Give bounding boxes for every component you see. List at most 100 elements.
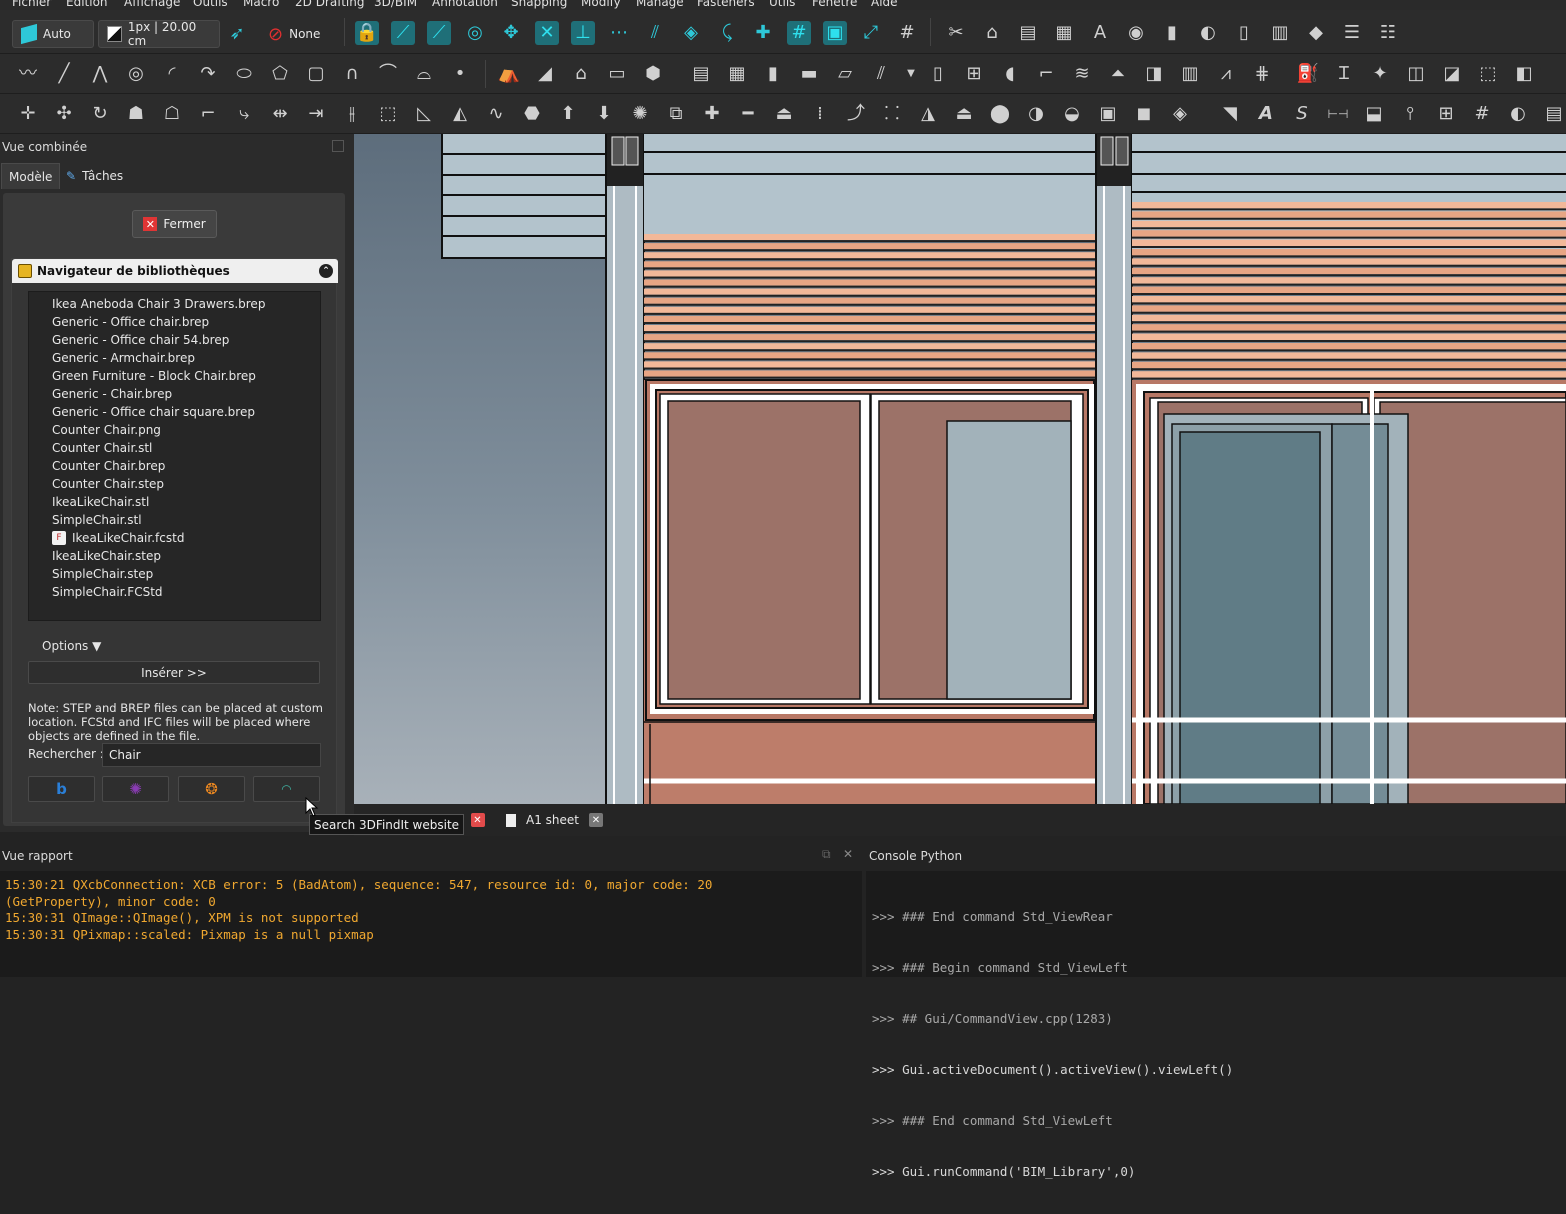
close-report-icon[interactable]: ✕ [843, 847, 853, 861]
menu-item[interactable]: Fasteners [697, 0, 755, 9]
dimension-icon[interactable]: ⊢⊣ [1326, 102, 1350, 126]
tools-icon[interactable]: ✂ [944, 21, 968, 45]
array-icon[interactable]: ✺ [628, 102, 652, 126]
label-icon[interactable]: ⬓ [1362, 102, 1386, 126]
library-file-item[interactable]: SimpleChair.step [52, 565, 153, 583]
library-file-item[interactable]: IkeaLikeChair.stl [52, 493, 149, 511]
wire-icon[interactable]: ⋀ [88, 62, 112, 86]
shape-string-icon[interactable]: ◥ [1218, 102, 1242, 126]
arc3pt-icon[interactable]: ↷ [196, 62, 220, 86]
bim-view-icon[interactable]: ⌂ [980, 21, 1004, 45]
float-panel-icon[interactable] [332, 140, 344, 152]
bim-shape2dview-icon[interactable]: ▤ [1016, 21, 1040, 45]
bim-schedule-icon[interactable]: ▮ [1160, 21, 1184, 45]
snap-parallel-icon[interactable]: ⫽ [643, 21, 667, 45]
library-file-item[interactable]: Green Furniture - Block Chair.brep [52, 367, 256, 385]
snap-intersection-icon[interactable]: ✕ [535, 21, 559, 45]
shapestring-icon[interactable]: S [1290, 102, 1314, 126]
bim-pipeconn-icon[interactable]: ⌐ [1034, 62, 1058, 86]
bim-cube-icon[interactable]: ◧ [1512, 62, 1536, 86]
library-file-item[interactable]: Generic - Armchair.brep [52, 349, 195, 367]
bim-frame-icon[interactable]: ▥ [1178, 62, 1202, 86]
menu-item[interactable]: Utils [769, 0, 795, 9]
bspline-icon[interactable]: ∩ [340, 62, 364, 86]
close-button[interactable]: ✕ Fermer [132, 210, 217, 238]
snap-extension-icon[interactable]: ⋯ [607, 21, 631, 45]
menu-item[interactable]: Outils [193, 0, 228, 9]
library-file-item[interactable]: Counter Chair.png [52, 421, 161, 439]
boolean-cut-icon[interactable]: ◑ [1024, 102, 1048, 126]
file-list[interactable]: Ikea Aneboda Chair 3 Drawers.brep Generic… [28, 291, 321, 621]
rectangle-icon[interactable]: ▢ [304, 62, 328, 86]
bim-profile-icon[interactable]: ⫽ [869, 62, 893, 86]
doc-tab-sheet[interactable]: A1 sheet ✕ [506, 808, 603, 832]
menu-item[interactable]: Aide [871, 0, 898, 9]
grid-bim-icon[interactable]: # [1470, 102, 1494, 126]
bim-door-icon[interactable]: ▯ [926, 62, 950, 86]
collapse-icon[interactable]: ⌃ [319, 264, 333, 278]
push-icon[interactable]: ⏏ [952, 102, 976, 126]
bim-wall-icon[interactable]: ▤ [689, 62, 713, 86]
bim-layers-icon[interactable]: ▯ [1232, 21, 1256, 45]
python-console-output[interactable]: >>> ### End command Std_ViewRear >>> ###… [866, 871, 1566, 1179]
pathlink-icon[interactable]: ⧉ [664, 102, 688, 126]
clone-icon[interactable]: ☗ [124, 102, 148, 126]
menu-item[interactable]: Fenêtre [812, 0, 857, 9]
box-select-icon[interactable]: ▣ [1096, 102, 1120, 126]
bim-slab-icon[interactable]: ◢ [533, 62, 557, 86]
menu-item[interactable]: 2D Drafting [295, 0, 365, 9]
scale-icon[interactable]: ⬚ [376, 102, 400, 126]
bim-pipe-icon[interactable]: ◖ [998, 62, 1022, 86]
grid-toggle-icon[interactable]: # [895, 21, 919, 45]
bim-fence-icon[interactable]: ⋕ [1250, 62, 1274, 86]
search-nbs-button[interactable]: ✺ [102, 776, 169, 802]
snap-endpoint-icon[interactable]: ⟋ [391, 21, 415, 45]
snap-workingplane-icon[interactable]: ▣ [823, 21, 847, 45]
snap-grid-icon[interactable]: # [787, 21, 811, 45]
offset-icon[interactable]: ☖ [160, 102, 184, 126]
close-tab-icon[interactable]: ✕ [470, 813, 485, 827]
bim-section-icon[interactable]: ▦ [1052, 21, 1076, 45]
menu-item[interactable]: Affichage [124, 0, 180, 9]
upgrade-icon[interactable]: ◭ [448, 102, 472, 126]
library-file-item[interactable]: Counter Chair.brep [52, 457, 165, 475]
cubic-bezier-icon[interactable]: ⌓ [412, 62, 436, 86]
library-file-item[interactable]: Generic - Office chair 54.brep [52, 331, 229, 349]
bim-equipment-icon[interactable]: ⛽ [1296, 62, 1320, 86]
bim-table-icon[interactable]: ☰ [1340, 21, 1364, 45]
bim-site-icon[interactable]: ⛺ [497, 62, 521, 86]
line-style-button[interactable]: 1px | 20.00 cm [98, 20, 220, 48]
options-toggle[interactable]: Options ▼ [42, 639, 101, 653]
library-file-item[interactable]: F IkeaLikeChair.fcstd [52, 529, 184, 547]
join-icon[interactable]: ⇥ [304, 102, 328, 126]
bim-curtainwall-icon[interactable]: ▦ [725, 62, 749, 86]
point-array-icon[interactable]: ⸬ [880, 102, 904, 126]
polygon-icon[interactable]: ⬠ [268, 62, 292, 86]
snap-dimensions-icon[interactable]: ⤢ [859, 21, 883, 45]
library-header[interactable]: Navigateur de bibliothèques ⌃ [12, 259, 338, 283]
wire2bspline-icon[interactable]: ∿ [484, 102, 508, 126]
bim-box-icon[interactable]: ⬚ [1476, 62, 1500, 86]
library-file-item[interactable]: IkeaLikeChair.step [52, 547, 161, 565]
library-file-item[interactable]: SimpleChair.FCStd [52, 583, 163, 601]
extrude-icon[interactable]: ⏏ [772, 102, 796, 126]
search-input[interactable] [102, 743, 321, 767]
snap-center-icon[interactable]: ◎ [463, 21, 487, 45]
report-log[interactable]: 15:30:21 QXcbConnection: XCB error: 5 (B… [0, 871, 862, 977]
hatch-icon[interactable]: ◐ [1506, 102, 1530, 126]
float-report-icon[interactable]: ⧉ [822, 847, 831, 862]
bim-truss-icon[interactable]: ⩘ [1214, 62, 1238, 86]
bim-cutplane-icon[interactable]: ◫ [1404, 62, 1428, 86]
trim-icon[interactable]: ⤷ [232, 102, 256, 126]
snap-ortho-icon[interactable]: ✚ [751, 21, 775, 45]
bim-stairs-icon[interactable]: ≋ [1070, 62, 1094, 86]
bim-sheet-icon[interactable]: ◪ [1440, 62, 1464, 86]
axis-system-icon[interactable]: ⊞ [1434, 102, 1458, 126]
mirror-bim-icon[interactable]: ◮ [916, 102, 940, 126]
polyline-icon[interactable]: 〰 [16, 62, 40, 86]
bim-rebar-icon[interactable]: Ɪ [1332, 62, 1356, 86]
boolean-union-icon[interactable]: ⬤ [988, 102, 1012, 126]
circle-icon[interactable]: ◎ [124, 62, 148, 86]
upgrade-arrow-icon[interactable]: ⬆ [556, 102, 580, 126]
autogroup-icon[interactable]: ➶ [225, 22, 249, 46]
